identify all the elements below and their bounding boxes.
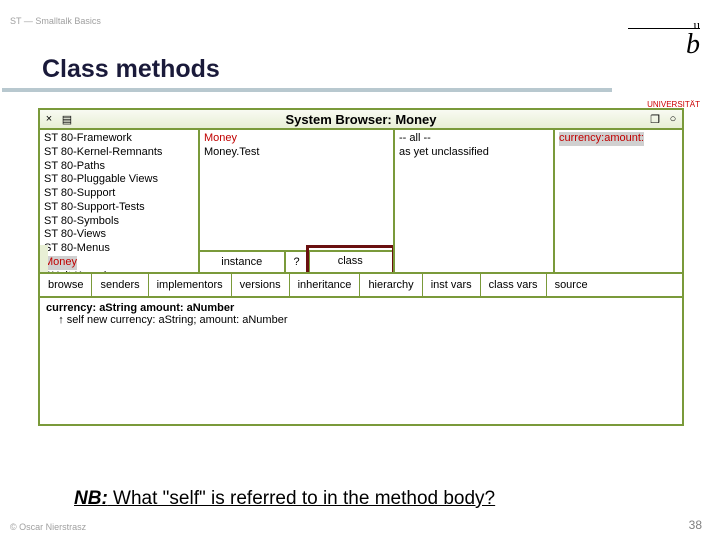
class-list[interactable]: Money Money.Test (200, 130, 393, 162)
maximize-icon[interactable]: ❐ (646, 110, 664, 128)
code-pane[interactable]: currency: aString amount: aNumber ↑ self… (40, 298, 682, 424)
list-item[interactable]: ST 80-Kernel-Remnants (44, 146, 194, 160)
class-vars-button[interactable]: class vars (481, 274, 547, 296)
inheritance-button[interactable]: inheritance (290, 274, 361, 296)
method-pane[interactable]: currency:amount: (555, 130, 682, 272)
list-item[interactable]: ST 80-Menus (44, 242, 194, 256)
list-item[interactable]: ST 80-Framework (44, 132, 194, 146)
question-text: What "self" is referred to in the method… (108, 488, 495, 509)
title-underline (2, 88, 612, 92)
page-number: 38 (689, 518, 702, 532)
list-item[interactable]: ST 80-Support (44, 187, 194, 201)
logo-u: u (694, 17, 701, 32)
list-item[interactable]: ST 80-Support-Tests (44, 201, 194, 215)
system-browser-window: × ▤ System Browser: Money ❐ ○ ST 80-Fram… (38, 108, 684, 426)
list-item-label: Money (44, 256, 77, 270)
list-item[interactable]: ST 80-Symbols (44, 215, 194, 229)
nb-label: NB: (74, 488, 108, 509)
package-pane[interactable]: ST 80-Framework ST 80-Kernel-Remnants ST… (40, 130, 200, 272)
header-tag: ST — Smalltalk Basics (10, 16, 101, 26)
close-icon[interactable]: × (40, 110, 58, 128)
list-item[interactable]: ST 80-Views (44, 228, 194, 242)
instance-button[interactable]: instance (200, 252, 286, 272)
list-item[interactable]: as yet unclassified (399, 146, 549, 160)
titlebar: × ▤ System Browser: Money ❐ ○ (40, 110, 682, 130)
slide-title: Class methods (42, 55, 220, 84)
inst-vars-button[interactable]: inst vars (423, 274, 481, 296)
collapse-icon[interactable]: ○ (664, 110, 682, 128)
class-button[interactable]: class (310, 252, 394, 272)
method-body: ↑ self new currency: aString; amount: aN… (46, 314, 676, 326)
university-logo: u b (628, 10, 700, 61)
list-item[interactable]: SUnit-Kernel (44, 270, 194, 273)
implementors-button[interactable]: implementors (149, 274, 232, 296)
class-side-switch: instance ? class (200, 250, 393, 272)
logo-b: b (686, 29, 700, 61)
class-pane: Money Money.Test instance ? class (200, 130, 395, 272)
class-button-highlight: class (306, 245, 396, 273)
source-button[interactable]: source (547, 274, 596, 296)
list-item-selected[interactable]: currency:amount: (559, 132, 678, 146)
list-item-selected[interactable]: Money (44, 256, 194, 270)
senders-button[interactable]: senders (92, 274, 148, 296)
toolbar: browse senders implementors versions inh… (40, 274, 682, 298)
method-signature: currency: aString amount: aNumber (46, 302, 676, 314)
copyright: © Oscar Nierstrasz (10, 522, 86, 532)
browse-button[interactable]: browse (40, 274, 92, 296)
list-item[interactable]: Money.Test (204, 146, 389, 160)
protocol-pane[interactable]: -- all -- as yet unclassified (395, 130, 555, 272)
scrollbar[interactable] (40, 245, 48, 272)
window-title: System Browser: Money (76, 112, 646, 127)
list-item[interactable]: ST 80-Pluggable Views (44, 173, 194, 187)
browser-panes: ST 80-Framework ST 80-Kernel-Remnants ST… (40, 130, 682, 274)
versions-button[interactable]: versions (232, 274, 290, 296)
menu-icon[interactable]: ▤ (58, 110, 76, 128)
list-item-label: currency:amount: (559, 132, 644, 146)
list-item-selected[interactable]: Money (204, 132, 389, 146)
footer-question: NB: What "self" is referred to in the me… (74, 488, 495, 510)
hierarchy-button[interactable]: hierarchy (360, 274, 422, 296)
list-item[interactable]: -- all -- (399, 132, 549, 146)
list-item[interactable]: ST 80-Paths (44, 160, 194, 174)
